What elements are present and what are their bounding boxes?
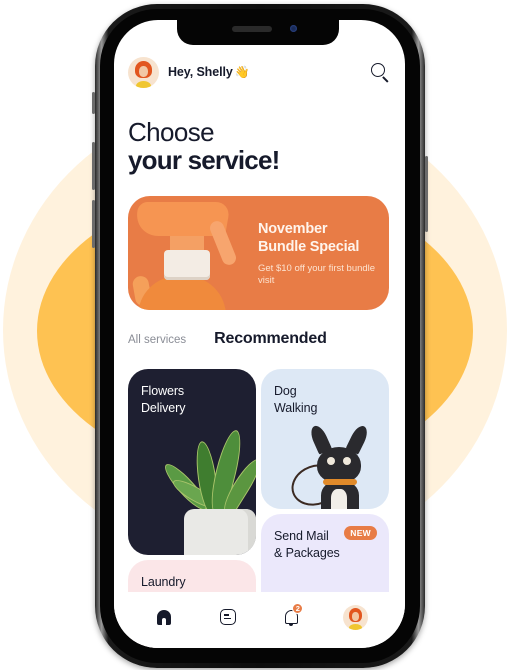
front-camera bbox=[290, 25, 297, 32]
profile-avatar bbox=[342, 604, 368, 630]
user-avatar[interactable] bbox=[128, 56, 159, 88]
service-card-label-line1: Laundry bbox=[141, 575, 186, 589]
notification-count-badge: 2 bbox=[292, 603, 304, 614]
home-icon bbox=[156, 609, 171, 625]
volume-up-button bbox=[92, 142, 95, 190]
page-title: Choose your service! bbox=[128, 117, 280, 175]
new-badge: NEW bbox=[344, 526, 377, 540]
spray-bottle-body bbox=[138, 276, 226, 310]
avatar-shirt bbox=[136, 80, 151, 88]
service-card-label-line2: & Packages bbox=[274, 546, 340, 560]
phone-screen: Hey, Shelly 👋 Choose your service! Novem… bbox=[114, 20, 405, 648]
notch bbox=[177, 20, 339, 45]
banner-title: November Bundle Special bbox=[258, 220, 359, 256]
greeting-text: Hey, Shelly bbox=[168, 65, 233, 79]
service-card-label-line1: Dog bbox=[274, 384, 297, 398]
waving-hand-icon: 👋 bbox=[234, 65, 250, 79]
dog-chest bbox=[331, 489, 347, 509]
search-button[interactable] bbox=[369, 61, 391, 83]
app-header: Hey, Shelly 👋 bbox=[128, 56, 391, 88]
page-title-line1: Choose bbox=[128, 117, 215, 147]
dog-eye bbox=[343, 457, 351, 465]
promo-banner[interactable]: November Bundle Special Get $10 off your… bbox=[128, 196, 389, 310]
tab-all-services[interactable]: All services bbox=[128, 334, 186, 346]
nav-profile[interactable] bbox=[341, 603, 369, 631]
avatar-face bbox=[139, 65, 148, 77]
mute-switch bbox=[92, 92, 95, 114]
nav-home[interactable] bbox=[150, 603, 178, 631]
page-title-line2: your service! bbox=[128, 145, 280, 175]
service-card-label-line2: Walking bbox=[274, 401, 318, 415]
service-card-label-line2: Delivery bbox=[141, 401, 186, 415]
service-card-label: Flowers Delivery bbox=[141, 383, 185, 417]
notes-icon bbox=[219, 609, 236, 625]
service-card-label-line1: Send Mail bbox=[274, 529, 329, 543]
nav-notifications[interactable]: 2 bbox=[277, 603, 305, 631]
avatar-face bbox=[351, 611, 359, 621]
dog-head bbox=[317, 447, 361, 483]
banner-title-line1: November bbox=[258, 221, 328, 237]
service-card-label: Dog Walking bbox=[274, 383, 317, 417]
nav-notes[interactable] bbox=[214, 603, 242, 631]
service-card-flowers-delivery[interactable]: Flowers Delivery bbox=[128, 369, 256, 555]
avatar-shirt bbox=[348, 623, 362, 630]
volume-down-button bbox=[92, 200, 95, 248]
service-card-dog-walking[interactable]: Dog Walking bbox=[261, 369, 389, 509]
banner-title-line2: Bundle Special bbox=[258, 239, 360, 255]
banner-subtitle: Get $10 off your first bundle visit bbox=[258, 263, 376, 286]
dog-eye bbox=[327, 457, 335, 465]
tab-recommended[interactable]: Recommended bbox=[214, 330, 327, 348]
dog-collar bbox=[323, 479, 357, 485]
power-button bbox=[425, 156, 428, 232]
bottom-navigation: 2 bbox=[114, 592, 405, 648]
speaker-grille bbox=[232, 26, 272, 32]
service-card-label: Send Mail & Packages bbox=[274, 528, 340, 562]
spray-bottle-trigger bbox=[207, 219, 239, 267]
spray-bottle-cap bbox=[164, 250, 210, 280]
service-card-label-line1: Flowers bbox=[141, 384, 185, 398]
service-tabs: All services Recommended bbox=[128, 330, 391, 354]
plant-pot bbox=[184, 509, 256, 555]
